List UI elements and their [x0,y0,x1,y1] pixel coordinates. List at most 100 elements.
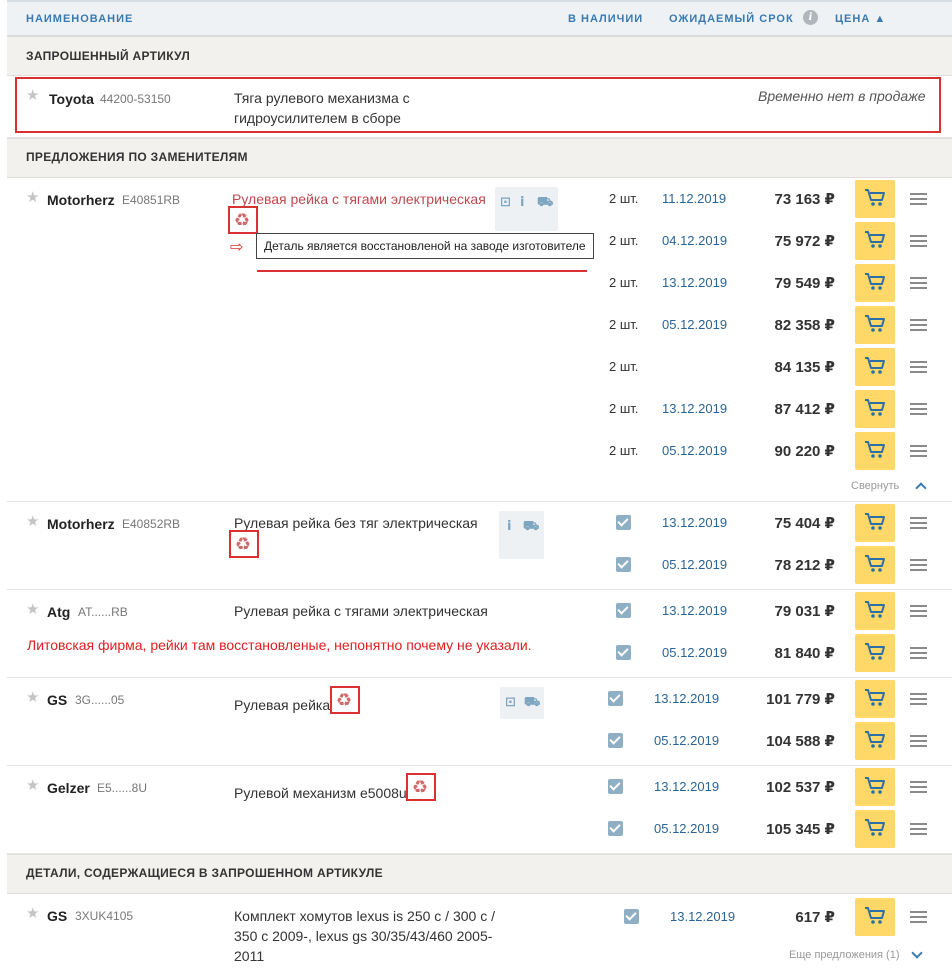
stock-quantity: 2 шт. [609,443,639,458]
delivery-date: 13.12.2019 [654,779,720,794]
in-stock-checkbox [616,645,631,660]
offer-group-gs-3g: ★ GS 3G......05 Рулевая рейка ♻ ⊡ ⛟ 13.1… [7,678,952,766]
info-icon[interactable]: i [803,10,818,25]
offer-price: 617 ₽ [795,909,835,926]
in-stock-checkbox [616,515,631,530]
add-to-cart-button[interactable] [855,348,895,386]
stock-quantity: 2 шт. [609,317,639,332]
offer-price: 104 588 ₽ [766,733,835,750]
offer-price: 75 972 ₽ [774,233,835,250]
offer-row: 2 шт. 13.12.2019 79 549 ₽ [7,262,952,304]
offer-row: 2 шт. 11.12.2019 73 163 ₽ [7,178,952,220]
delivery-date: 13.12.2019 [654,691,720,706]
offer-menu-icon[interactable] [910,693,927,705]
offer-price: 82 358 ₽ [774,317,835,334]
offer-row: 2 шт. 05.12.2019 90 220 ₽ [7,430,952,472]
highlight-box [15,77,941,133]
offer-row: 13.12.2019 79 031 ₽ [7,590,952,632]
stock-quantity: 2 шт. [609,275,639,290]
collapse-link[interactable]: Свернуть [851,480,899,492]
offer-price: 105 345 ₽ [766,821,835,838]
more-offers-link[interactable]: Еще предложения (1) [789,949,900,961]
stock-quantity: 2 шт. [609,191,639,206]
delivery-date: 05.12.2019 [662,557,728,572]
offer-row: 2 шт. 13.12.2019 87 412 ₽ [7,388,952,430]
section-substitutes: ПРЕДЛОЖЕНИЯ ПО ЗАМЕНИТЕЛЯМ [7,138,952,178]
offer-price: 102 537 ₽ [766,779,835,796]
offer-group-motorherz-e40851rb: ★ Motorherz E40851RB Рулевая рейка с тяг… [7,178,952,502]
offer-menu-icon[interactable] [910,235,927,247]
offer-group-gs-3xuk4105: ★ GS 3XUK4105 Комплект хомутов lexus is … [7,894,952,968]
add-to-cart-button[interactable] [855,504,895,542]
add-to-cart-button[interactable] [855,390,895,428]
offer-menu-icon[interactable] [910,193,927,205]
delivery-date: 04.12.2019 [662,233,728,248]
add-to-cart-button[interactable] [855,898,895,936]
offer-price: 87 412 ₽ [774,401,835,418]
add-to-cart-button[interactable] [855,546,895,584]
add-to-cart-button[interactable] [855,592,895,630]
delivery-date: 13.12.2019 [662,515,728,530]
offer-price: 79 549 ₽ [774,275,835,292]
chevron-up-icon[interactable] [915,482,927,494]
offer-row: 13.12.2019 617 ₽ [7,896,952,938]
delivery-date: 05.12.2019 [654,733,720,748]
delivery-date: 13.12.2019 [662,275,728,290]
offer-menu-icon[interactable] [910,911,927,923]
offer-row: 05.12.2019 78 212 ₽ [7,544,952,586]
offer-price: 84 135 ₽ [774,359,835,376]
add-to-cart-button[interactable] [855,180,895,218]
offer-menu-icon[interactable] [910,823,927,835]
delivery-date: 13.12.2019 [670,909,736,924]
offer-menu-icon[interactable] [910,559,927,571]
offer-row: 2 шт. 84 135 ₽ [7,346,952,388]
delivery-date: 05.12.2019 [662,645,728,660]
add-to-cart-button[interactable] [855,306,895,344]
offer-group-atg: ★ Atg AT......RB Рулевая рейка с тягами … [7,590,952,678]
offer-row: 13.12.2019 75 404 ₽ [7,502,952,544]
offer-menu-icon[interactable] [910,647,927,659]
offer-price: 75 404 ₽ [774,515,835,532]
delivery-date: 05.12.2019 [654,821,720,836]
in-stock-checkbox [608,779,623,794]
chevron-down-icon[interactable] [911,947,923,959]
offer-row: 05.12.2019 105 345 ₽ [7,808,952,850]
offer-group-gelzer: ★ Gelzer E5......8U Рулевой механизм e50… [7,766,952,854]
stock-quantity: 2 шт. [609,401,639,416]
col-price-header[interactable]: ЦЕНА ▲ [835,13,886,25]
col-term-header[interactable]: ОЖИДАЕМЫЙ СРОК [669,13,794,25]
offer-row: 2 шт. 04.12.2019 75 972 ₽ [7,220,952,262]
offer-row: 2 шт. 05.12.2019 82 358 ₽ [7,304,952,346]
offer-menu-icon[interactable] [910,403,927,415]
col-name-header[interactable]: НАИМЕНОВАНИЕ [26,13,133,25]
offer-menu-icon[interactable] [910,319,927,331]
in-stock-checkbox [616,603,631,618]
offer-menu-icon[interactable] [910,361,927,373]
add-to-cart-button[interactable] [855,634,895,672]
add-to-cart-button[interactable] [855,432,895,470]
table-header: НАИМЕНОВАНИЕ В НАЛИЧИИ ОЖИДАЕМЫЙ СРОК i … [7,0,952,36]
stock-quantity: 2 шт. [609,233,639,248]
add-to-cart-button[interactable] [855,222,895,260]
add-to-cart-button[interactable] [855,264,895,302]
add-to-cart-button[interactable] [855,810,895,848]
offer-price: 101 779 ₽ [766,691,835,708]
offer-menu-icon[interactable] [910,781,927,793]
add-to-cart-button[interactable] [855,722,895,760]
offer-menu-icon[interactable] [910,277,927,289]
offer-row: 13.12.2019 102 537 ₽ [7,766,952,808]
offer-menu-icon[interactable] [910,517,927,529]
offer-menu-icon[interactable] [910,605,927,617]
delivery-date: 11.12.2019 [662,191,727,206]
add-to-cart-button[interactable] [855,680,895,718]
offer-price: 73 163 ₽ [774,191,835,208]
offer-menu-icon[interactable] [910,445,927,457]
in-stock-checkbox [608,733,623,748]
offer-row: 05.12.2019 81 840 ₽ [7,632,952,674]
delivery-date: 13.12.2019 [662,603,728,618]
offer-menu-icon[interactable] [910,735,927,747]
add-to-cart-button[interactable] [855,768,895,806]
col-stock-header[interactable]: В НАЛИЧИИ [568,13,643,25]
in-stock-checkbox [608,821,623,836]
offer-price: 78 212 ₽ [774,557,835,574]
